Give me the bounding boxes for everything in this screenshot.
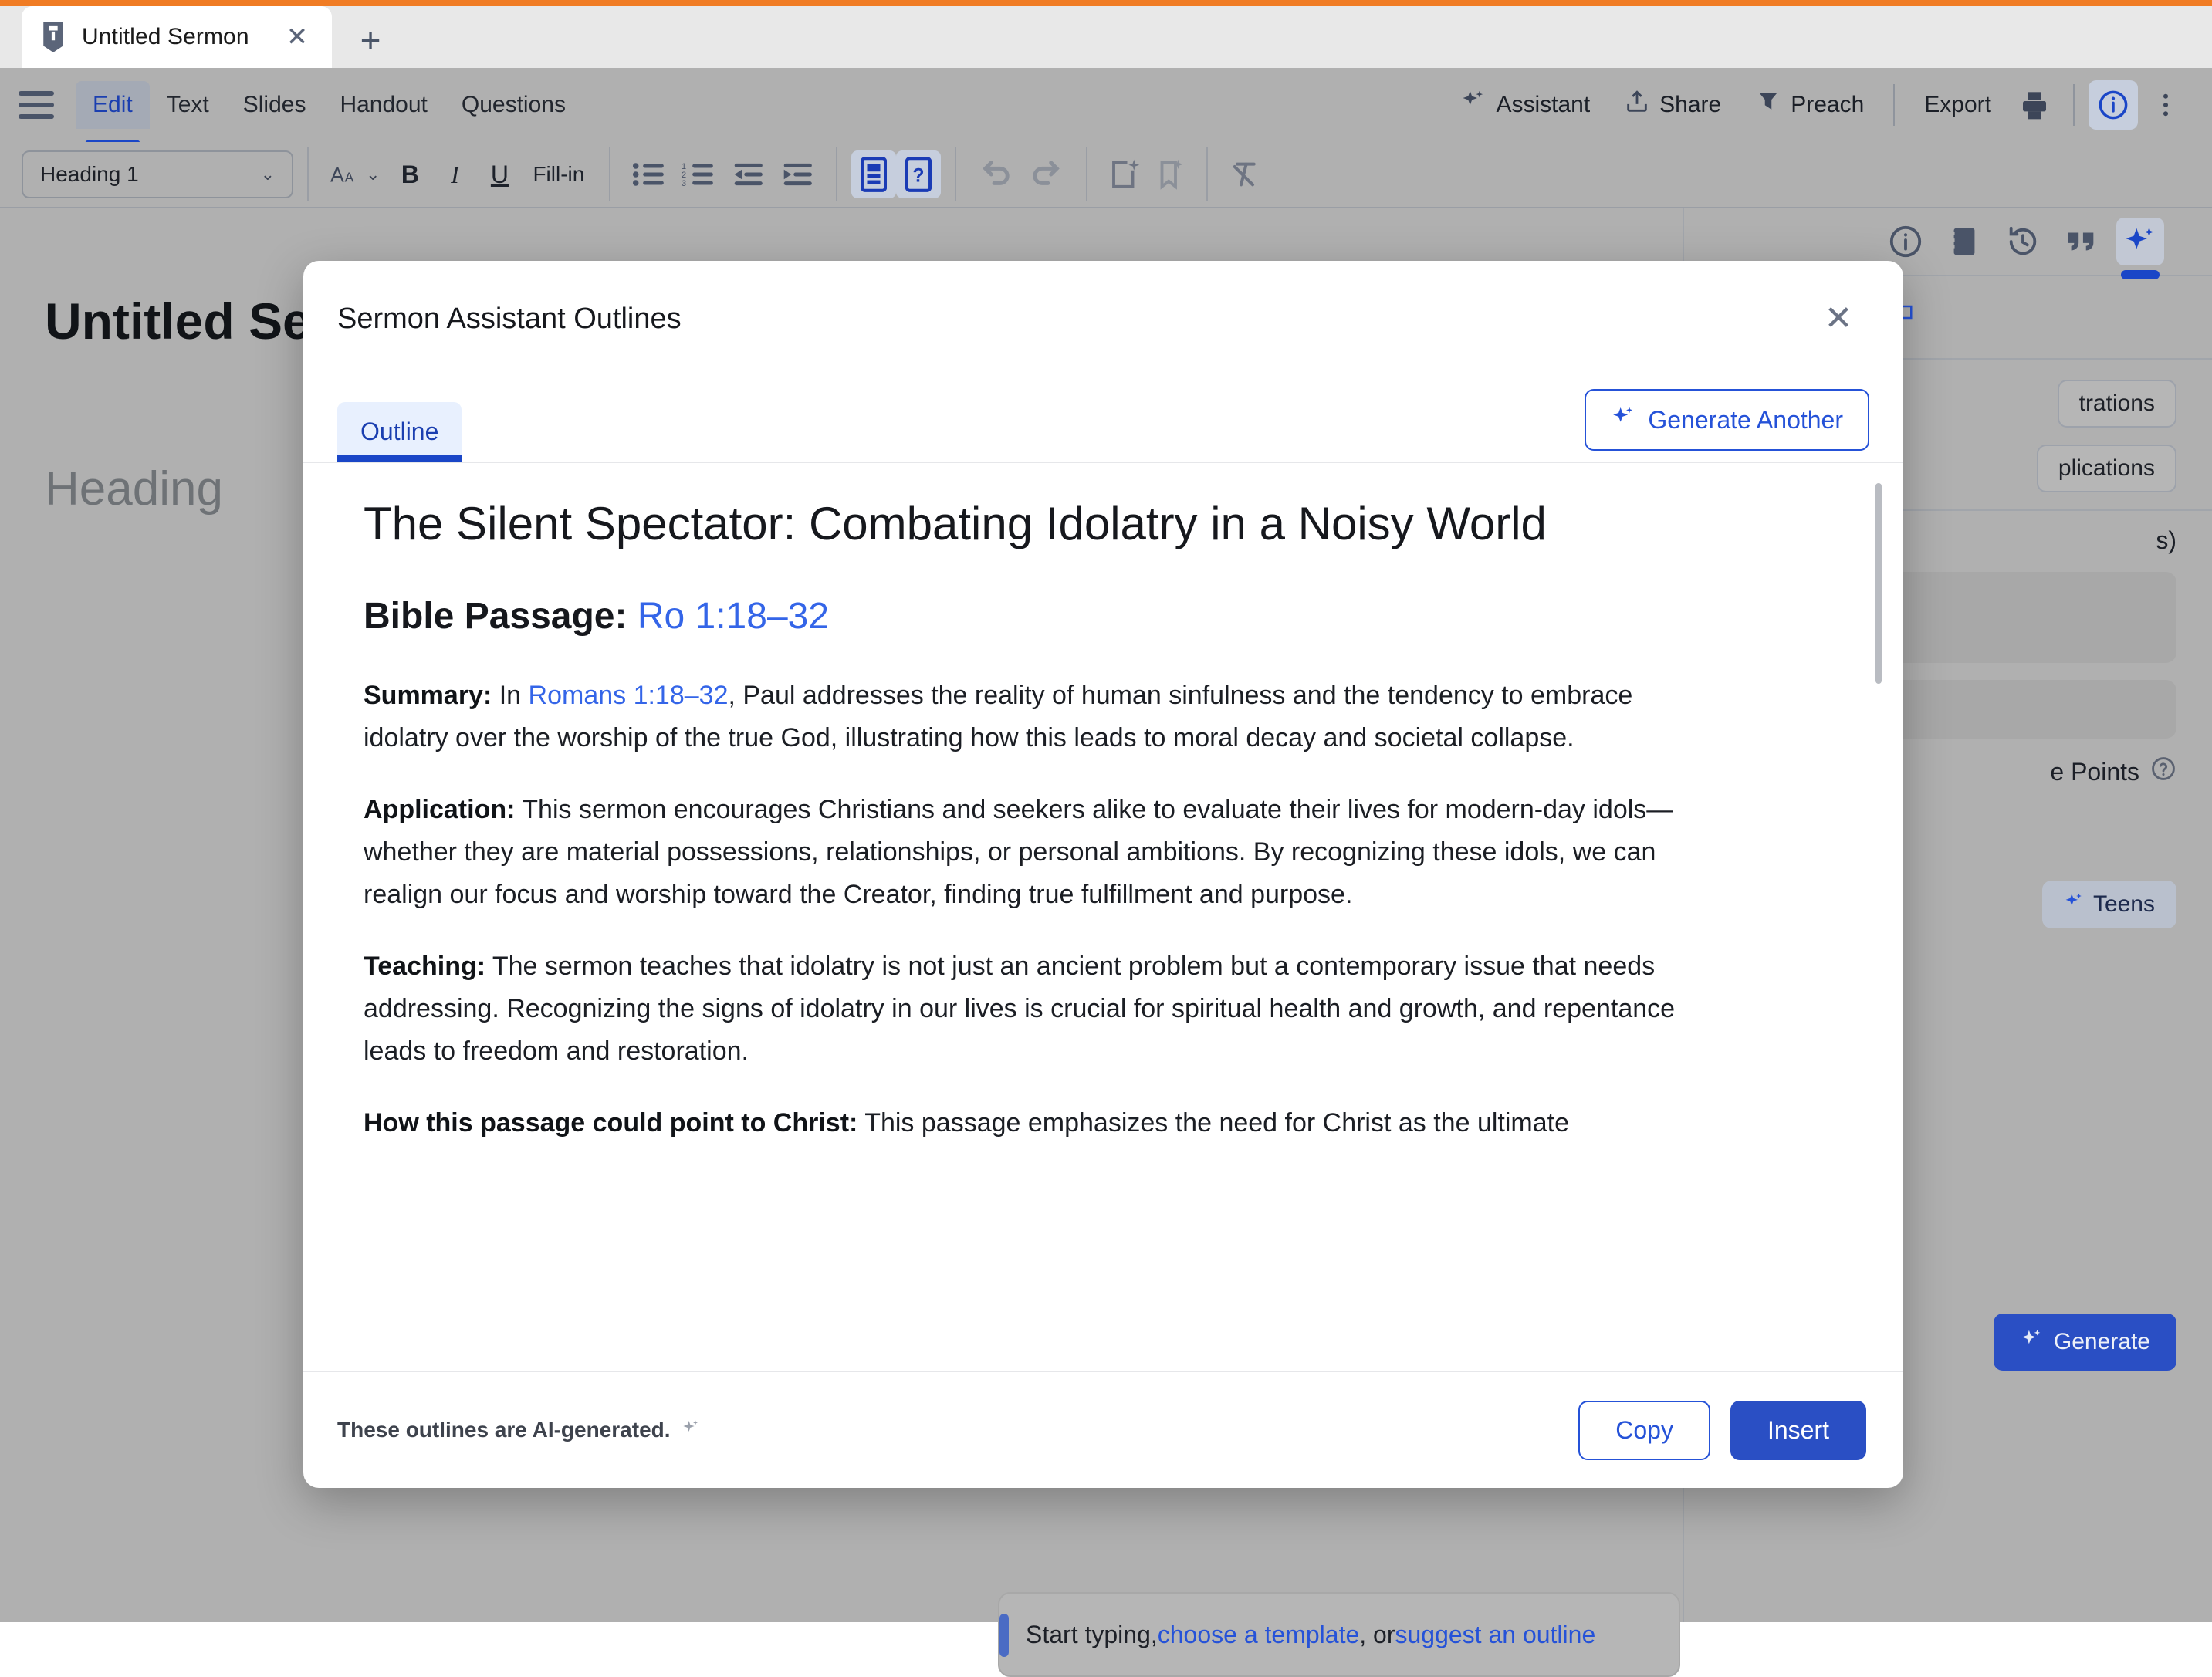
section-ref[interactable]: Romans 1:18–32 [529, 681, 729, 710]
section-body: This sermon encourages Christians and se… [364, 794, 1673, 910]
modal-tabbar: Outline Generate Another [303, 377, 1903, 462]
ai-note-text: These outlines are AI-generated. [337, 1418, 671, 1442]
choose-template-link[interactable]: choose a template [1158, 1621, 1360, 1649]
outline-title: The Silent Spectator: Combating Idolatry… [364, 498, 1547, 549]
generate-another-button[interactable]: Generate Another [1585, 389, 1869, 451]
outline-section-teaching: Teaching: The sermon teaches that idolat… [364, 945, 1706, 1073]
tab-title: Untitled Sermon [82, 24, 249, 49]
generate-another-label: Generate Another [1648, 405, 1843, 434]
ai-generated-note: These outlines are AI-generated. [337, 1418, 700, 1442]
sermon-book-icon [40, 22, 66, 52]
section-label: Summary: [364, 680, 492, 710]
modal-title: Sermon Assistant Outlines [337, 302, 682, 335]
sermon-assistant-outlines-dialog: Sermon Assistant Outlines ✕ Outline Gene… [303, 261, 1903, 1488]
brand-accent-bar [0, 0, 2212, 6]
modal-footer: These outlines are AI-generated. Copy In… [303, 1371, 1903, 1488]
bible-passage-ref[interactable]: Ro 1:18–32 [638, 596, 829, 637]
modal-header: Sermon Assistant Outlines ✕ [303, 261, 1903, 377]
outline-section-application: Application: This sermon encourages Chri… [364, 789, 1706, 916]
modal-body[interactable]: The Silent Spectator: Combating Idolatry… [303, 462, 1903, 1371]
copy-button[interactable]: Copy [1578, 1400, 1710, 1460]
bible-passage-line: Bible Passage: Ro 1:18–32 [364, 595, 1849, 637]
section-body: The sermon teaches that idolatry is not … [364, 952, 1676, 1067]
app-window: Edit Text Slides Handout Questions Assis… [0, 68, 2212, 1677]
tab-strip: Untitled Sermon ✕ + [0, 6, 2212, 68]
outline-section-summary: Summary: In Romans 1:18–32, Paul address… [364, 675, 1706, 759]
section-label: How this passage could point to Christ: [364, 1108, 858, 1138]
hint-prefix: Start typing, [1026, 1620, 1158, 1648]
section-body: This passage emphasizes the need for Chr… [857, 1108, 1569, 1138]
modal-overlay: Sermon Assistant Outlines ✕ Outline Gene… [0, 68, 2212, 1622]
suggest-outline-link[interactable]: suggest an outline [1395, 1621, 1595, 1649]
section-label: Teaching: [364, 952, 486, 982]
outline-section-christ: How this passage could point to Christ: … [364, 1102, 1706, 1144]
section-label: Application: [364, 794, 516, 824]
sparkle-icon [1611, 404, 1635, 435]
sparkle-icon [682, 1418, 700, 1442]
hint-middle: , or [1359, 1620, 1395, 1648]
browser-chrome: Untitled Sermon ✕ + [0, 0, 2212, 68]
modal-scrollbar[interactable] [1875, 483, 1882, 684]
new-tab-button[interactable]: + [349, 19, 392, 62]
bible-passage-label: Bible Passage: [364, 595, 627, 637]
tab-outline[interactable]: Outline [337, 402, 462, 462]
modal-footer-buttons: Copy Insert [1578, 1400, 1866, 1460]
section-pre: In [492, 680, 529, 710]
close-icon[interactable]: ✕ [281, 21, 313, 53]
insert-button[interactable]: Insert [1730, 1400, 1866, 1460]
close-icon[interactable]: ✕ [1814, 294, 1863, 343]
browser-tab[interactable]: Untitled Sermon ✕ [22, 6, 332, 68]
